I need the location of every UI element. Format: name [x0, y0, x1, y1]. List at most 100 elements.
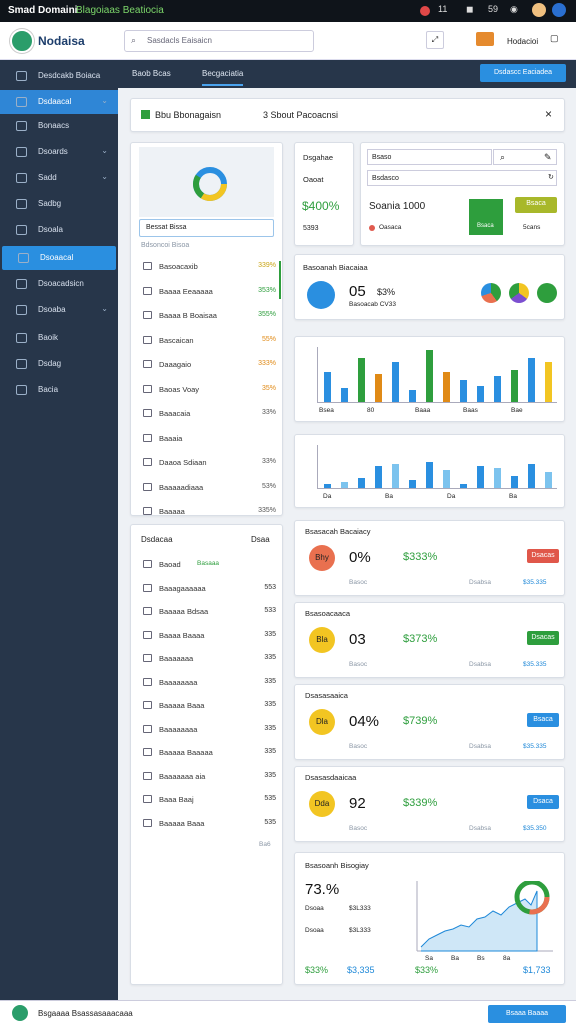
item-value: 35% [261, 384, 276, 392]
sidebar-item-0[interactable]: Desdcakb Boiaca [0, 64, 118, 88]
bar [494, 468, 501, 488]
list-item[interactable]: Baoas Voay 35% [141, 384, 276, 398]
list-item[interactable]: Baaaa B Boaisaa 355% [141, 310, 276, 324]
bar [341, 388, 348, 402]
list-item[interactable]: Baaaaa Baaa 535 [141, 818, 276, 832]
item-value: 335 [264, 748, 276, 755]
scroll-indicator[interactable] [279, 261, 281, 299]
sidebar-item-10[interactable]: Baoik [0, 326, 118, 350]
list-item[interactable]: Baaaaa Bdsaa 533 [141, 606, 276, 620]
list-item[interactable]: Baaacaia 33% [141, 408, 276, 422]
sidebar-item-2[interactable]: Bonaacs [0, 114, 118, 138]
item-label: Baaaaaaaa [159, 724, 198, 734]
list-item[interactable]: Daaoa Sdiaan 33% [141, 457, 276, 471]
list-item[interactable]: Baaa Baaj 535 [141, 794, 276, 808]
sidebar-item-label: Dsoaba [38, 305, 66, 314]
list-item[interactable]: Bascaican 55% [141, 335, 276, 349]
status-count2: 59 [488, 4, 499, 14]
item-icon [143, 701, 152, 709]
tab-action-button[interactable]: Dsdascc Eaciadea [480, 64, 566, 82]
sidebar-item-5[interactable]: Sadbg [0, 192, 118, 216]
item-icon [143, 630, 152, 639]
avatar[interactable] [532, 3, 546, 17]
account-icon[interactable] [552, 3, 566, 17]
bar [358, 478, 365, 488]
kpi-value: 0% [349, 549, 371, 566]
user-label[interactable]: Hodacioi [507, 37, 538, 46]
list-item[interactable]: Baaaaaaa 335 [141, 653, 276, 667]
item-value: 339% [258, 262, 276, 269]
bar [477, 386, 484, 402]
map-input[interactable]: Bessat Bissa [139, 219, 274, 237]
list-item[interactable]: Baoad Basaaa [141, 559, 276, 573]
donut-mini [193, 167, 227, 201]
kpi-badge: Dla [309, 709, 335, 735]
tab-second[interactable]: Becgaciatia [202, 69, 244, 86]
sidebar-item-4[interactable]: Sadd ⌄ [0, 166, 118, 190]
sidebar-item-11[interactable]: Dsdag [0, 352, 118, 376]
list-item[interactable]: Baaaaaaaa 335 [141, 677, 276, 691]
kpi-button[interactable]: Dsacas [527, 631, 559, 645]
list-item[interactable]: Daaagaio 333% [141, 359, 276, 373]
search-input[interactable]: ⌕ Sasdacls Eaisaicn [124, 30, 314, 52]
filter-button[interactable]: Bsaca [515, 197, 557, 213]
sidebar-item-12[interactable]: Bacia [0, 378, 118, 402]
sidebar-item-6[interactable]: Dsoala [0, 218, 118, 242]
list-item[interactable]: Baaaaa Baaaaa 335 [141, 747, 276, 761]
item-icon [143, 771, 152, 780]
filter-search[interactable]: ⌕ ✎ [493, 149, 557, 165]
list-item[interactable]: Baaaaa 335% [141, 506, 276, 520]
bar [511, 370, 518, 402]
camera-icon[interactable]: ◼ [466, 4, 473, 15]
item-label: Daaagaio [159, 360, 192, 369]
item-value: 335 [264, 654, 276, 661]
x-tick-label: Bsea [319, 407, 334, 414]
filter-field1[interactable]: Bsaso [367, 149, 492, 165]
list-item[interactable]: Baaaia [141, 433, 276, 447]
tab-first[interactable]: Baob Bcas [132, 69, 171, 78]
item-label: Baaaaaaaa [159, 677, 198, 687]
list-item[interactable]: Baaaaadiaaa 53% [141, 482, 276, 496]
kpi-foot-3: $35.335 [523, 579, 547, 586]
sidebar-item-8[interactable]: Dsoacadsicn [0, 272, 118, 296]
filter-field2[interactable]: Bsdasco ↻ [367, 170, 557, 186]
item-label: Baaaa B Boaisaa [159, 311, 217, 320]
alarm-icon[interactable]: ◉ [510, 4, 518, 15]
list-item[interactable]: Baaagaaaaaa 553 [141, 583, 276, 597]
list-item[interactable]: Baaaaa Baaa 335 [141, 700, 276, 714]
sidebar-item-1[interactable]: Dsdaacal ⌄ [0, 90, 118, 114]
search-icon: ⌕ [500, 152, 506, 162]
list-item[interactable]: Basoacaxib 339% [141, 261, 276, 275]
list-item[interactable]: Baaaaaaaa 335 [141, 724, 276, 738]
trend-line-chart [416, 881, 553, 952]
list-item[interactable]: Baaaa Baaaa 335 [141, 630, 276, 644]
item-icon [143, 654, 152, 662]
item-label: Baaaa Baaaa [159, 630, 205, 640]
footer-action-button[interactable]: Bsaaa Baaaa [488, 1005, 566, 1023]
sidebar-item-label: Sadbg [38, 199, 62, 208]
sidebar-item-3[interactable]: Dsoards ⌄ [0, 140, 118, 164]
kpi-foot-2: Dsabsa [469, 825, 492, 832]
list-action[interactable]: Dsaa [251, 535, 270, 544]
list-item[interactable]: Baaaaaaa aia 335 [141, 771, 276, 785]
trend-r2b: $3L333 [349, 927, 371, 934]
x-tick-label: Da [323, 493, 332, 500]
item-value: 53% [261, 482, 276, 490]
bar [409, 480, 416, 488]
expand-icon[interactable]: ⤢ [426, 31, 444, 49]
notification-icon[interactable] [476, 32, 494, 46]
close-icon[interactable]: × [545, 107, 552, 121]
sidebar-item-9[interactable]: Dsoaba ⌄ [0, 298, 118, 322]
filter-field2-value: Bsdasco [372, 175, 399, 182]
kpi-button[interactable]: Dsacas [527, 549, 559, 563]
sidebar-item-7[interactable]: Dsoaacal [2, 246, 116, 270]
list-item[interactable]: Baaaa Eeaaaaa 353% [141, 286, 276, 300]
kpi-foot-1: Basoc [349, 825, 368, 832]
bar [358, 358, 365, 402]
kpi-button[interactable]: Bsaca [527, 713, 559, 727]
kpi-button[interactable]: Dsaca [527, 795, 559, 809]
sidebar-item-label: Bacia [38, 385, 59, 394]
trend-foot-value: $3,335 [347, 965, 375, 975]
record-icon[interactable] [420, 6, 430, 16]
user-menu-icon[interactable]: ▢ [550, 33, 559, 44]
